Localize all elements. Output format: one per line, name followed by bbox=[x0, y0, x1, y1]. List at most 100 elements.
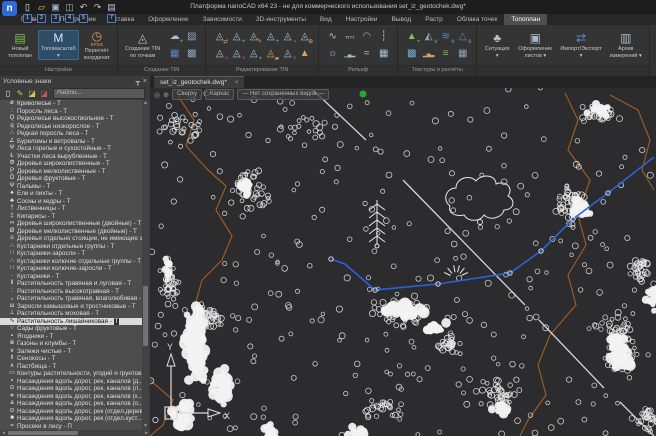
list-item[interactable]: ŁУчастки леса вырубленные - Т bbox=[0, 153, 142, 161]
tin-add-point-icon[interactable]: ◬+ bbox=[228, 28, 245, 45]
tab-Топоплан[interactable]: Топоплан bbox=[504, 14, 547, 25]
scrollbar-thumb[interactable] bbox=[8, 431, 78, 435]
redo-icon[interactable]: ↷ bbox=[91, 1, 104, 13]
surface-view-icon[interactable]: ◭v bbox=[420, 28, 437, 45]
histogram-icon[interactable]: ▂▅▃ bbox=[420, 45, 437, 62]
drawing-canvas[interactable]: ◎⊕СверхуКаркас— Нет сохраненных видов — … bbox=[150, 88, 656, 436]
water-surface-icon[interactable]: ≋v bbox=[437, 28, 454, 45]
tab-Вид[interactable]: Вид bbox=[313, 14, 339, 25]
tab-Настройки[interactable]: Настройки bbox=[339, 14, 385, 25]
list-item[interactable]: ∠Буреломы и ветровалы - Т bbox=[0, 138, 142, 146]
list-item[interactable]: ⊥Растительность моховая - Т bbox=[0, 310, 142, 318]
list-item[interactable]: ∴Кустарники отдельные группы - Т bbox=[0, 243, 142, 251]
texture-mosaic-icon[interactable]: ▩ bbox=[403, 45, 420, 62]
bergstrokes-icon[interactable]: тттт bbox=[341, 28, 358, 45]
save-all-icon[interactable]: ◫4 bbox=[63, 1, 76, 23]
list-item[interactable]: ∘Насаждения вдоль дорог, рек, каналов (д… bbox=[0, 378, 142, 386]
viewport-icon[interactable]: ⊕ bbox=[163, 91, 169, 99]
layers-icon[interactable]: ≡ bbox=[437, 45, 454, 62]
new-symbol-icon[interactable]: ▯ bbox=[2, 88, 14, 100]
tin-layers-icon[interactable]: ▩ bbox=[183, 45, 200, 62]
undo-icon[interactable]: ↶5 bbox=[77, 1, 90, 23]
tab-Вывод[interactable]: Вывод bbox=[385, 14, 419, 25]
new-document-icon[interactable]: ▯1 bbox=[21, 1, 34, 23]
tin-mosaic-icon[interactable]: ▦ bbox=[166, 45, 183, 62]
measure-archive-button[interactable]: ▥Архив измерений ▾ bbox=[607, 30, 645, 60]
tree-vertical-scrollbar[interactable]: ▲ ▼ bbox=[142, 100, 149, 430]
scroll-up-icon[interactable]: ▲ bbox=[142, 100, 149, 107]
list-item[interactable]: ∷Кустарники колючие-заросли - Т bbox=[0, 265, 142, 273]
delete-symbol-icon[interactable]: ◪ bbox=[38, 88, 50, 100]
list-item[interactable]: ∧Пастбища - Т bbox=[0, 363, 142, 371]
list-item[interactable]: шЗаросли камышовые и тростниковые - Т bbox=[0, 303, 142, 311]
scroll-down-icon[interactable]: ▼ bbox=[142, 423, 149, 430]
list-item[interactable]: ■Насаждения вдоль дорог, рек (отдел.куст… bbox=[0, 415, 142, 423]
tin-rebuild-icon[interactable]: ◬⇄ bbox=[211, 28, 228, 45]
tin-merge-icon[interactable]: ◬⊕ bbox=[296, 28, 313, 45]
relief-grid-icon[interactable]: ▦ bbox=[375, 45, 392, 62]
close-icon[interactable]: × bbox=[143, 78, 147, 85]
list-item[interactable]: ŎДеревья фруктовые - Т bbox=[0, 175, 142, 183]
sheet-layout-button[interactable]: ▣Оформление листов ▾ bbox=[515, 30, 555, 60]
edit-symbol-icon[interactable]: ✎ bbox=[14, 88, 26, 100]
list-item[interactable]: =Просеки в лесу - П bbox=[0, 423, 142, 431]
viewport-control-1[interactable]: Каркас bbox=[205, 89, 234, 100]
tab-Растр[interactable]: Растр bbox=[418, 14, 450, 25]
list-item[interactable]: ∴Редкая поросль леса - Т bbox=[0, 130, 142, 138]
tab-Оформление[interactable]: Оформление bbox=[141, 14, 195, 25]
document-tab[interactable]: set_iz_geotochek.dwg* × bbox=[154, 76, 244, 88]
toposcale-button[interactable]: МТопомасштаб ▾ bbox=[38, 30, 79, 60]
list-item[interactable]: ‡Кипарисы - Т bbox=[0, 213, 142, 221]
list-item[interactable]: qРедколесье низкорослое - Т bbox=[0, 123, 142, 131]
list-item[interactable]: ΨЛеса горелые и сухостойные - Т bbox=[0, 145, 142, 153]
situation-button[interactable]: ♣Ситуация ▾ bbox=[481, 30, 513, 60]
tab-3D-инструменты[interactable]: 3D-инструменты bbox=[249, 14, 313, 25]
profile-icon[interactable]: ▁▄▂ bbox=[341, 45, 358, 62]
tin-import-icon[interactable]: ▨ bbox=[183, 28, 200, 45]
tin-move-point-icon[interactable]: ◬+ bbox=[245, 45, 262, 62]
viewport-control-2[interactable]: — Нет сохраненных видов — bbox=[237, 89, 329, 100]
tin-edit-point-icon[interactable]: ◬✎ bbox=[245, 28, 262, 45]
viewport-icon[interactable]: ◎ bbox=[154, 91, 160, 99]
list-item[interactable]: ·Кустарники - Т bbox=[0, 273, 142, 281]
list-item[interactable]: ∴Кустарники колючие отдельные группы - Т bbox=[0, 258, 142, 266]
create-tin-by-points-button[interactable]: ◬Создание TIN по точкам bbox=[122, 30, 163, 60]
calc-table-icon[interactable]: ▦ bbox=[454, 45, 471, 62]
list-item[interactable]: ※Газоны и клумбы - Т bbox=[0, 340, 142, 348]
tab-Зависимости[interactable]: Зависимости bbox=[195, 14, 248, 25]
tin-delete-area-icon[interactable]: ◬× bbox=[279, 45, 296, 62]
list-item[interactable]: „Растительность травяная, влаголюбивая -… bbox=[0, 295, 142, 303]
list-item[interactable]: QРедколесье высокоствольное - Т bbox=[0, 115, 142, 123]
tin-from-cloud-icon[interactable]: ☁+ bbox=[166, 28, 183, 45]
tin-delete-point-icon[interactable]: ◬× bbox=[211, 45, 228, 62]
contour-lines-icon[interactable]: ∿ bbox=[324, 28, 341, 45]
list-item[interactable]: oДеревья отдельно стоящие, не имеющие зн… bbox=[0, 235, 142, 243]
pin-icon[interactable]: ┳ bbox=[136, 78, 140, 86]
list-item[interactable]: ▪Ягодники - Т bbox=[0, 333, 142, 341]
import-export-button[interactable]: ⇄Импорт/Экспорт ▾ bbox=[557, 30, 604, 60]
list-item[interactable]: :Поросль леса - Т bbox=[0, 108, 142, 116]
list-item[interactable]: ‖Сенокосы - Т bbox=[0, 355, 142, 363]
list-item[interactable]: ∿Растительность лишайниковая - Т bbox=[0, 318, 142, 326]
list-item[interactable]: ΦДеревья широколиственные - Т bbox=[0, 160, 142, 168]
list-item[interactable]: ∗Насаждения вдоль дорог, рек, каналов (х… bbox=[0, 393, 142, 401]
print-icon[interactable]: ▤7 bbox=[105, 1, 118, 23]
slope-arc-icon[interactable]: ◠ bbox=[358, 28, 375, 45]
viewport-control-0[interactable]: Сверху bbox=[172, 89, 202, 100]
save-document-icon[interactable]: ▣3 bbox=[49, 1, 62, 23]
list-item[interactable]: ♠Ели и пихты - Т bbox=[0, 190, 142, 198]
surface-create-icon[interactable]: ▲+ bbox=[403, 28, 420, 45]
list-item[interactable]: ∞Деревья широколиственные (двойные) - Т bbox=[0, 220, 142, 228]
open-document-icon[interactable]: ▱2 bbox=[35, 1, 48, 23]
scroll-left-icon[interactable]: ◄ bbox=[0, 430, 7, 436]
document-tab-close-icon[interactable]: × bbox=[235, 80, 239, 86]
rays-icon[interactable]: ☼ bbox=[324, 45, 341, 62]
list-item[interactable]: aНасаждения вдоль дорог, рек, каналов (о… bbox=[0, 400, 142, 408]
list-item[interactable]: †Лиственницы - Т bbox=[0, 205, 142, 213]
copy-symbol-icon[interactable]: ◪ bbox=[26, 88, 38, 100]
list-item[interactable]: ○Сады фруктовые - Т bbox=[0, 325, 142, 333]
tin-delete-edge-icon[interactable]: ◬× bbox=[228, 45, 245, 62]
tin-triangle-icon[interactable]: ▲ bbox=[296, 45, 313, 62]
list-item[interactable]: ∷Кустарники-заросли - Т bbox=[0, 250, 142, 258]
tin-add-edge-icon[interactable]: ◬+ bbox=[262, 28, 279, 45]
